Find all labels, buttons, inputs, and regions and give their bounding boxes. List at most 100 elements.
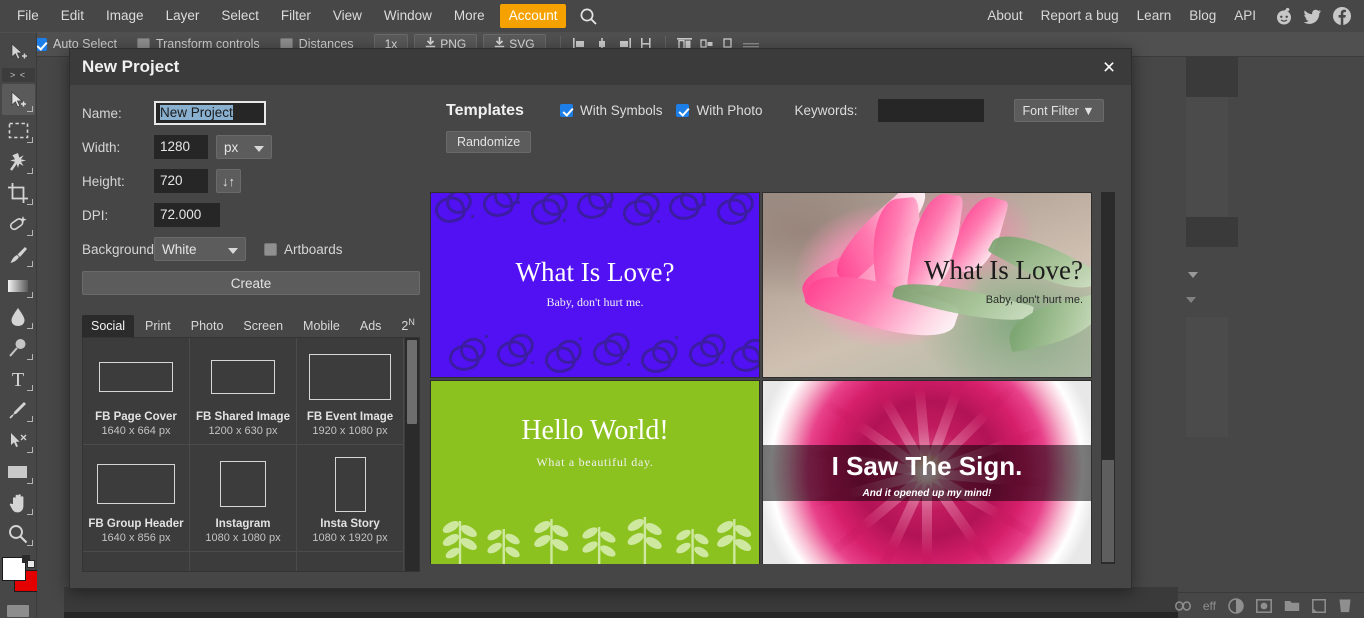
chevron-down-icon[interactable]: [1188, 272, 1198, 278]
tool-type-tool[interactable]: T: [2, 363, 35, 394]
preset-dimensions: 1080 x 1920 px: [312, 532, 388, 545]
folder-icon[interactable]: [1284, 598, 1300, 614]
template-card[interactable]: I Saw The Sign. And it opened up my mind…: [762, 380, 1092, 564]
new-layer-icon[interactable]: [1312, 598, 1326, 614]
project-name-input[interactable]: New Project: [154, 101, 266, 125]
history-panel-body[interactable]: [1186, 97, 1228, 217]
layers-panel-body[interactable]: [1186, 317, 1228, 437]
tool-healing-brush-tool[interactable]: [2, 208, 35, 239]
template-card[interactable]: Hello World! What a beautiful day.: [430, 380, 760, 564]
background-select[interactable]: White: [154, 237, 246, 261]
preset-dimensions: 1200 x 630 px: [208, 425, 278, 438]
screen-mode-icon[interactable]: [7, 605, 29, 617]
tool-zoom-tool[interactable]: [2, 518, 35, 549]
menu-item-more[interactable]: More: [443, 3, 496, 29]
link-icon[interactable]: [1174, 598, 1191, 614]
tab-screen[interactable]: Screen: [234, 315, 292, 337]
tool-crop-tool[interactable]: [2, 177, 35, 208]
swap-dimensions-icon[interactable]: ↓↑: [216, 169, 241, 193]
twitter-icon[interactable]: [1303, 6, 1323, 26]
template-card[interactable]: What Is Love? Baby, don't hurt me.: [430, 192, 760, 378]
tab-photo[interactable]: Photo: [182, 315, 233, 337]
tab-print[interactable]: Print: [136, 315, 180, 337]
with-photo-checkbox[interactable]: With Photo: [676, 103, 763, 118]
templates-scrollbar-thumb[interactable]: [1102, 460, 1114, 562]
width-input[interactable]: 1280: [154, 135, 208, 159]
tool-shape-tool[interactable]: [2, 456, 35, 487]
mask-icon[interactable]: [1256, 598, 1272, 614]
account-button[interactable]: Account: [499, 4, 567, 28]
preset-item[interactable]: FB Event Image 1920 x 1080 px: [297, 338, 404, 446]
tool-brush-tool[interactable]: [2, 239, 35, 270]
preset-item[interactable]: FB Shared Image 1200 x 630 px: [190, 338, 297, 446]
menu-item-select[interactable]: Select: [210, 3, 270, 29]
tool-blur-tool[interactable]: [2, 301, 35, 332]
tool-dodge-tool[interactable]: [2, 332, 35, 363]
nav-about[interactable]: About: [978, 3, 1031, 29]
tool-magic-wand-tool[interactable]: [2, 146, 35, 177]
document-canvas[interactable]: [64, 612, 1215, 618]
tab-social[interactable]: Social: [82, 315, 135, 338]
menu-item-file[interactable]: File: [6, 3, 50, 29]
templates-grid-scroll[interactable]: What Is Love? Baby, don't hurt me. What …: [430, 192, 1116, 564]
nav-learn[interactable]: Learn: [1128, 3, 1181, 29]
dpi-input[interactable]: 72.000: [154, 203, 220, 227]
tool-pen-tool[interactable]: [2, 394, 35, 425]
tools-collapse-toggle[interactable]: > <: [1, 68, 35, 82]
template-title: I Saw The Sign.: [831, 451, 1023, 481]
menu-item-window[interactable]: Window: [373, 3, 443, 29]
template-card[interactable]: What Is Love? Baby, don't hurt me.: [762, 192, 1092, 378]
tab-ads[interactable]: Ads: [351, 315, 391, 337]
preset-thumb-icon: [99, 362, 173, 393]
preset-list[interactable]: FB Page Cover 1640 x 664 px FB Shared Im…: [82, 337, 420, 573]
search-icon[interactable]: [579, 7, 598, 26]
with-symbols-checkbox[interactable]: With Symbols: [559, 103, 662, 118]
create-button[interactable]: Create: [82, 271, 420, 295]
move-tool-top[interactable]: [2, 36, 35, 67]
preset-item[interactable]: FB Page Cover 1640 x 664 px: [83, 338, 190, 446]
history-panel-footer: [1186, 217, 1238, 247]
height-label: Height:: [82, 173, 125, 189]
menu-item-filter[interactable]: Filter: [270, 3, 322, 29]
tool-gradient-tool[interactable]: [2, 270, 35, 301]
tools-panel: > < T: [0, 33, 38, 618]
facebook-icon[interactable]: [1332, 6, 1352, 26]
preset-item[interactable]: [190, 552, 297, 572]
preset-item[interactable]: [83, 552, 190, 572]
color-swatches[interactable]: [1, 555, 38, 595]
preset-item[interactable]: Insta Story 1080 x 1920 px: [297, 445, 404, 553]
default-colors-icon[interactable]: [22, 555, 35, 568]
tool-path-select-tool[interactable]: [2, 425, 35, 456]
preset-scrollbar-thumb[interactable]: [407, 340, 417, 425]
preset-item[interactable]: [297, 552, 404, 572]
templates-scrollbar[interactable]: [1101, 192, 1115, 564]
effects-label[interactable]: eff: [1203, 599, 1216, 613]
nav-blog[interactable]: Blog: [1180, 3, 1225, 29]
preset-scrollbar[interactable]: [405, 338, 419, 572]
menu-item-layer[interactable]: Layer: [155, 3, 211, 29]
nav-api[interactable]: API: [1225, 3, 1265, 29]
close-icon[interactable]: ×: [1097, 55, 1121, 79]
tool-move-tool[interactable]: [1, 84, 35, 115]
unit-select[interactable]: px: [216, 135, 272, 159]
menu-item-view[interactable]: View: [322, 3, 373, 29]
font-filter-dropdown[interactable]: Font Filter ▼: [1013, 99, 1104, 122]
menu-item-edit[interactable]: Edit: [50, 3, 95, 29]
tool-hand-tool[interactable]: [2, 487, 35, 518]
artboards-checkbox[interactable]: Artboards: [264, 242, 343, 257]
photo-editor-app: File Edit Image Layer Select Filter View…: [0, 0, 1364, 618]
reddit-icon[interactable]: [1274, 6, 1294, 26]
adjustment-icon[interactable]: [1228, 597, 1244, 614]
keywords-input[interactable]: [877, 99, 984, 122]
height-input[interactable]: 720: [154, 169, 208, 193]
preset-item[interactable]: FB Group Header 1640 x 856 px: [83, 445, 190, 553]
tool-marquee-tool[interactable]: [2, 115, 35, 146]
tab-power-of-two[interactable]: 2N: [392, 313, 423, 337]
preset-item[interactable]: Instagram 1080 x 1080 px: [190, 445, 297, 553]
tab-mobile[interactable]: Mobile: [294, 315, 349, 337]
nav-report-a-bug[interactable]: Report a bug: [1032, 3, 1128, 29]
chevron-down-icon[interactable]: [1186, 297, 1196, 303]
menu-item-image[interactable]: Image: [95, 3, 155, 29]
randomize-button[interactable]: Randomize: [446, 131, 532, 153]
trash-icon[interactable]: [1338, 598, 1352, 614]
